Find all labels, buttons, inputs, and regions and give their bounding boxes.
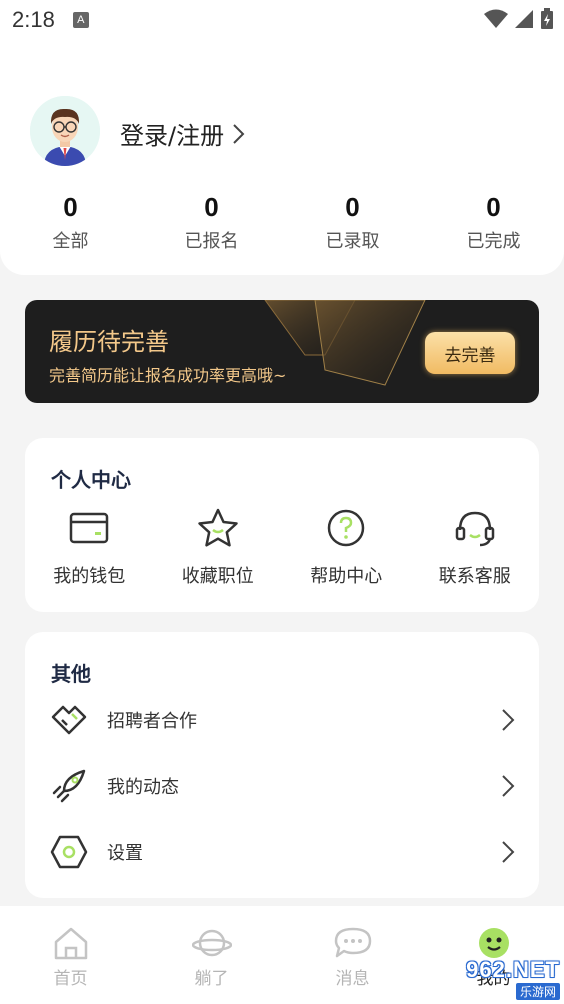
profile-card: 登录/注册 0 全部 0 已报名 0 已录取 0 已完成: [0, 40, 564, 275]
tab-lying[interactable]: 躺了: [141, 906, 282, 1004]
grid-label: 帮助中心: [310, 566, 383, 587]
stat-label: 全部: [52, 231, 89, 252]
help-entry[interactable]: 帮助中心: [282, 506, 411, 588]
smiley-icon: [478, 928, 509, 958]
stat-label: 已录取: [325, 231, 380, 252]
stat-count: 0: [486, 192, 501, 222]
avatar[interactable]: [30, 96, 100, 166]
wallet-entry[interactable]: 我的钱包: [25, 506, 154, 588]
status-time: 2:18: [12, 7, 55, 32]
chat-icon: [334, 927, 371, 958]
avatar-image: [30, 96, 100, 166]
my-activity-item[interactable]: 我的动态: [25, 758, 539, 814]
status-icons: [484, 8, 554, 30]
personal-grid: 我的钱包 收藏职位 帮助中心 联系客服: [25, 506, 539, 588]
list-label: 招聘者合作: [107, 711, 197, 732]
chevron-right-icon: [502, 775, 515, 797]
handshake-icon: [51, 705, 87, 735]
list-label: 我的动态: [107, 777, 179, 798]
complete-resume-button[interactable]: 去完善: [425, 332, 515, 374]
tab-label: 首页: [53, 969, 88, 989]
stat-count: 0: [63, 192, 78, 222]
stat-completed[interactable]: 0 已完成: [423, 192, 564, 253]
personal-center-card: 个人中心 我的钱包 收藏职位 帮助中心 联系客服: [25, 438, 539, 612]
customer-service-entry[interactable]: 联系客服: [411, 506, 540, 588]
notification-icon: A: [72, 12, 89, 28]
stat-all[interactable]: 0 全部: [0, 192, 141, 253]
stats-row: 0 全部 0 已报名 0 已录取 0 已完成: [0, 192, 564, 253]
stat-count: 0: [204, 192, 219, 222]
tab-label: 消息: [335, 969, 370, 989]
watermark-caption: 乐游网: [515, 982, 560, 1000]
stat-label: 已完成: [466, 231, 521, 252]
grid-label: 联系客服: [438, 566, 511, 587]
tab-home[interactable]: 首页: [0, 906, 141, 1004]
watermark: 962.NET 乐游网: [424, 956, 560, 1000]
login-register-link[interactable]: 登录/注册: [120, 116, 246, 151]
bottom-tab-bar: 首页 躺了 消息 我的 962.NET 乐游网: [0, 906, 564, 1004]
section-title: 个人中心: [51, 468, 131, 492]
resume-banner[interactable]: 履历待完善 完善简历能让报名成功率更高哦~ 去完善: [25, 300, 539, 403]
recruiter-cooperation-item[interactable]: 招聘者合作: [25, 692, 539, 748]
stat-applied[interactable]: 0 已报名: [141, 192, 282, 253]
watermark-logo: 962.NET: [466, 956, 560, 982]
help-icon: [328, 509, 365, 547]
banner-subtitle: 完善简历能让报名成功率更高哦~: [49, 366, 287, 385]
wifi-icon: [484, 9, 508, 28]
stat-count: 0: [345, 192, 360, 222]
login-register-label: 登录/注册: [120, 122, 225, 150]
home-icon: [54, 927, 87, 960]
planet-icon: [191, 929, 232, 957]
chevron-right-icon: [502, 709, 515, 731]
rocket-icon: [52, 769, 86, 803]
chevron-right-icon: [233, 123, 245, 144]
other-card: 其他 招聘者合作 我的动态 设置: [25, 632, 539, 898]
banner-title: 履历待完善: [49, 328, 169, 356]
favorites-entry[interactable]: 收藏职位: [154, 506, 283, 588]
grid-label: 我的钱包: [53, 566, 126, 587]
wallet-icon: [70, 512, 109, 544]
signal-icon: [515, 10, 533, 28]
list-label: 设置: [107, 843, 143, 864]
headset-icon: [455, 511, 494, 547]
stat-hired[interactable]: 0 已录取: [282, 192, 423, 253]
stat-label: 已报名: [184, 231, 239, 252]
battery-icon: [541, 8, 553, 29]
chevron-right-icon: [502, 841, 515, 863]
status-bar: 2:18 A: [0, 0, 564, 40]
section-title: 其他: [51, 662, 91, 686]
tab-label: 躺了: [194, 969, 229, 989]
grid-label: 收藏职位: [181, 566, 254, 587]
settings-icon: [50, 835, 88, 869]
settings-item[interactable]: 设置: [25, 824, 539, 880]
tab-messages[interactable]: 消息: [282, 906, 423, 1004]
star-icon: [198, 508, 238, 547]
